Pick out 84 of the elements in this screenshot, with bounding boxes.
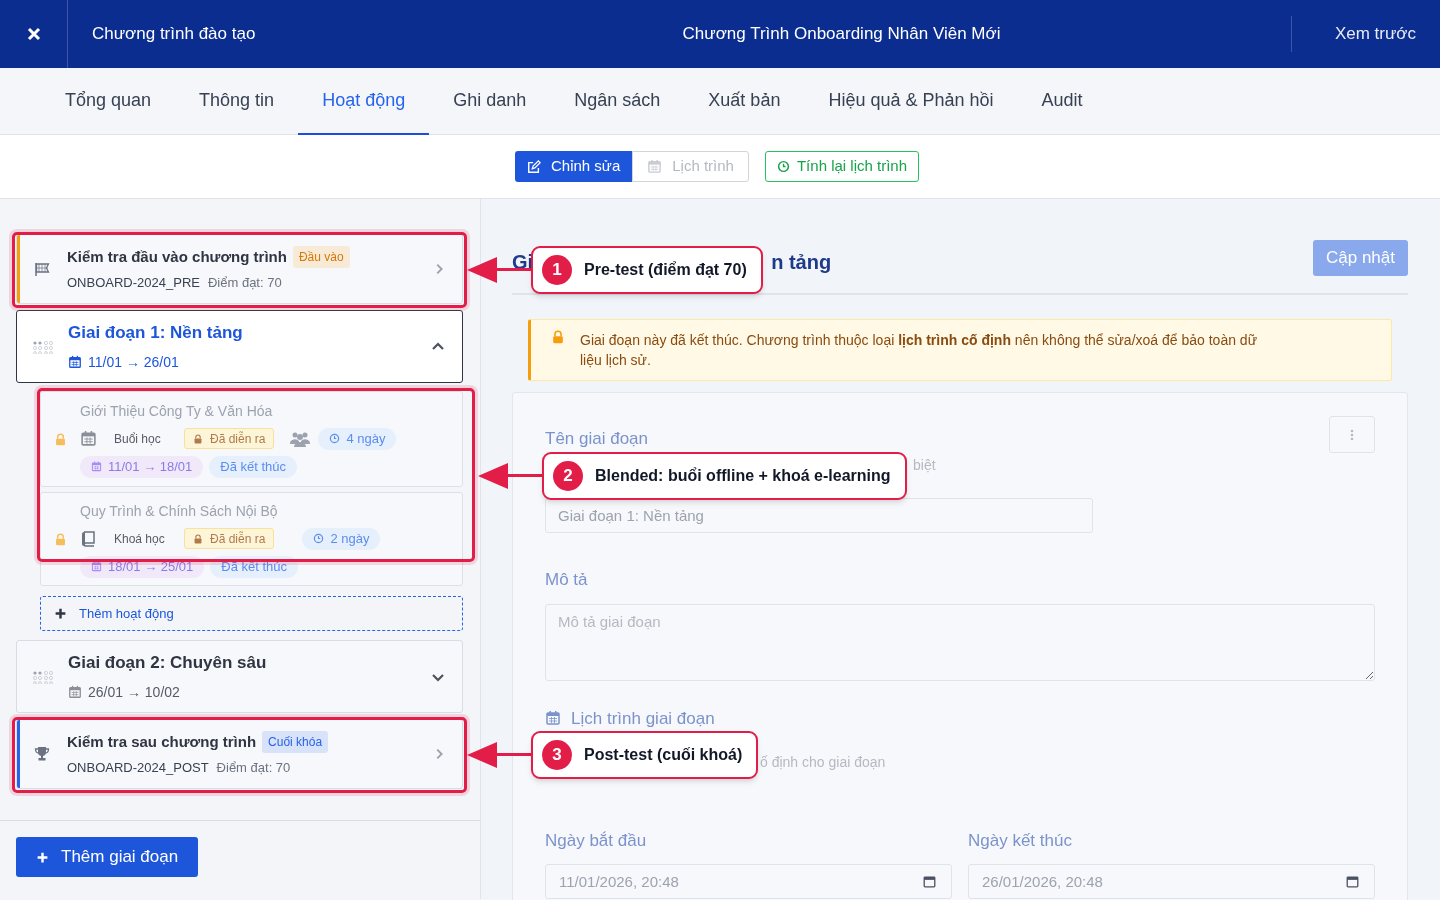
date-range-pill: 11/01 → 18/01 bbox=[80, 455, 204, 478]
flag-icon bbox=[34, 262, 50, 276]
lock-icon bbox=[193, 433, 203, 444]
field-label: Tên giai đoạn bbox=[545, 428, 649, 450]
activity-type: Khoá học bbox=[114, 530, 166, 548]
callout-text: Post-test (cuối khoá) bbox=[584, 745, 743, 765]
step-number: 2 bbox=[553, 461, 583, 491]
pass-score: Điểm đạt: 70 bbox=[216, 759, 291, 777]
activity-card[interactable]: Giới Thiệu Công Ty & Văn Hóa Buổi học Đã diễn ra 4 ngày 11/01 → 18/01 Đã kết thúc bbox=[40, 391, 463, 487]
lock-icon bbox=[551, 330, 565, 344]
activity-title: Quy Trình & Chính Sách Nội Bộ bbox=[80, 501, 279, 521]
field-hint: ố định cho giai đoạn bbox=[760, 753, 887, 772]
stage-title: Giai đoạn 1: Nền tảng bbox=[68, 322, 244, 345]
stage-dates: 11/01 → 26/01 bbox=[88, 352, 179, 372]
stage-card[interactable]: Giai đoạn 1: Nền tảng 11/01 → 26/01 bbox=[16, 310, 463, 383]
status-badge: Đã diễn ra bbox=[184, 428, 275, 449]
close-icon bbox=[26, 27, 41, 41]
test-type-badge: Cuối khóa bbox=[262, 730, 329, 753]
calendar-icon bbox=[1346, 874, 1359, 888]
clock-icon bbox=[776, 160, 790, 173]
people-icon bbox=[290, 430, 311, 447]
add-activity-button[interactable]: Thêm hoạt động bbox=[40, 596, 463, 631]
step-number: 1 bbox=[542, 255, 572, 285]
callout-text: Pre-test (điểm đạt 70) bbox=[584, 260, 747, 280]
field-label: Ngày bắt đầu bbox=[545, 830, 648, 852]
tab[interactable]: Tổng quan bbox=[41, 68, 176, 135]
test-type-badge: Đầu vào bbox=[292, 245, 350, 268]
step-number: 3 bbox=[542, 740, 572, 770]
calendar-icon bbox=[91, 561, 102, 572]
calendar-icon bbox=[80, 430, 97, 447]
trophy-icon bbox=[34, 746, 50, 762]
add-stage-button[interactable]: Thêm giai đoạn bbox=[16, 837, 199, 877]
stage-dates: 26/01 → 10/02 bbox=[88, 682, 180, 702]
stage-title: Giai đoạn 2: Chuyên sâu bbox=[68, 652, 268, 675]
duration-pill: 2 ngày bbox=[302, 527, 381, 550]
tab[interactable]: Hiệu quả & Phản hồi bbox=[804, 68, 1018, 135]
tab[interactable]: Ngân sách bbox=[550, 68, 685, 135]
field-hint: biệt bbox=[913, 456, 937, 475]
more-icon bbox=[1350, 428, 1354, 441]
tab[interactable]: Ghi danh bbox=[429, 68, 551, 135]
tab[interactable]: Audit bbox=[1017, 68, 1107, 135]
section-heading: Lịch trình giai đoạn bbox=[571, 707, 715, 730]
test-title: Kiểm tra đầu vào chương trình bbox=[67, 246, 287, 267]
test-card[interactable]: Kiểm tra đầu vào chương trình Đầu vào ONBOARD-2024_PRE Điểm đạt: 70 bbox=[16, 234, 463, 304]
activity-type: Buổi học bbox=[114, 430, 162, 448]
test-code: ONBOARD-2024_PRE bbox=[67, 274, 200, 292]
calendar-icon bbox=[923, 874, 936, 888]
calendar-icon bbox=[68, 685, 82, 700]
pass-score: Điểm đạt: 70 bbox=[207, 274, 282, 292]
clock-icon bbox=[313, 533, 325, 544]
field-label: Mô tả bbox=[545, 569, 589, 591]
description-field[interactable]: Mô tả giai đoạn bbox=[545, 603, 1375, 681]
calendar-icon bbox=[545, 710, 561, 727]
book-icon bbox=[80, 530, 96, 547]
end-status-pill: Đã kết thúc bbox=[209, 455, 298, 478]
calendar-icon bbox=[91, 461, 102, 472]
activity-card[interactable]: Quy Trình & Chính Sách Nội Bộ Khoá học Đã diễn ra 2 ngày 18/01 → 25/01 Đã kết thúc bbox=[40, 492, 463, 586]
plus-icon bbox=[36, 850, 49, 864]
program-title: Chương Trình Onboarding Nhân Viên Mới bbox=[681, 23, 1002, 46]
tab[interactable]: Xuất bản bbox=[684, 68, 805, 135]
view-toggle-button[interactable]: Chỉnh sửa bbox=[515, 151, 633, 182]
stage-heading: n tảng bbox=[771, 250, 832, 275]
field-label: Ngày kết thúc bbox=[968, 830, 1073, 852]
calendar-icon bbox=[68, 355, 82, 370]
stage-card[interactable]: Giai đoạn 2: Chuyên sâu 26/01 → 10/02 bbox=[16, 640, 463, 713]
activity-title: Giới Thiệu Công Ty & Văn Hóa bbox=[80, 401, 274, 421]
alert-text: Giai đoạn này đã kết thúc. Chương trình thuộc loại lịch trình cố định nên không thể sửa/xoá để bảo toàn dữ liệu lịch sử. bbox=[580, 331, 1258, 370]
tab[interactable]: Thông tin bbox=[175, 68, 299, 135]
callout-text: Blended: buổi offline + khoá e-learning bbox=[595, 466, 891, 486]
calendar-icon bbox=[647, 159, 663, 174]
breadcrumb-label: Chương trình đào tạo bbox=[92, 23, 257, 46]
test-title: Kiểm tra sau chương trình bbox=[67, 731, 257, 752]
drag-handle-icon bbox=[32, 669, 53, 684]
status-badge: Đã diễn ra bbox=[184, 528, 275, 549]
clock-icon bbox=[329, 433, 341, 444]
duration-pill: 4 ngày bbox=[318, 427, 397, 450]
more-button[interactable] bbox=[1329, 416, 1375, 453]
test-code: ONBOARD-2024_POST bbox=[67, 759, 209, 777]
lock-icon bbox=[193, 533, 203, 544]
plus-icon bbox=[54, 607, 67, 620]
edit-icon bbox=[527, 159, 541, 174]
preview-link[interactable]: Xem trước bbox=[1334, 21, 1416, 47]
drag-handle-icon bbox=[32, 339, 53, 354]
test-card[interactable]: Kiểm tra sau chương trình Cuối khóa ONBOARD-2024_POST Điểm đạt: 70 bbox=[16, 719, 463, 789]
